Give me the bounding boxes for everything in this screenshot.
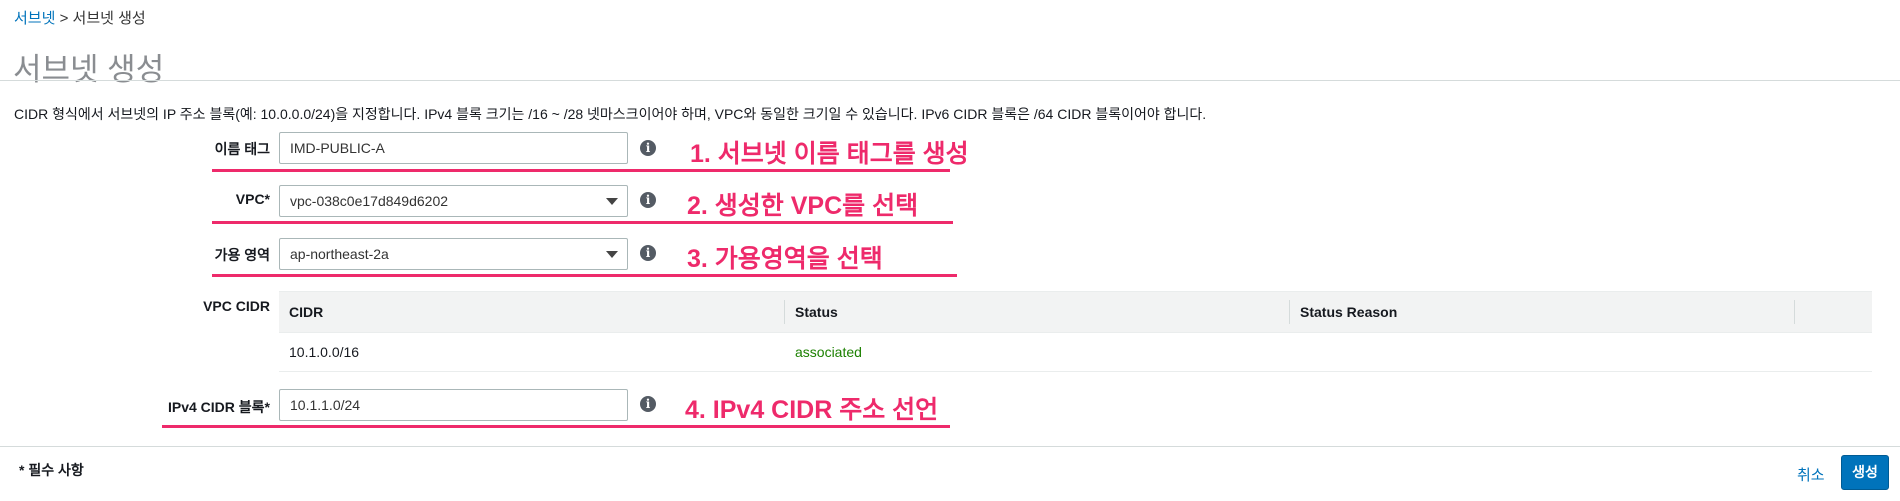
divider <box>0 446 1900 447</box>
annotation-1: 1. 서브넷 이름 태그를 생성 <box>690 140 969 168</box>
ipv4-cidr-label: IPv4 CIDR 블록* <box>167 399 270 415</box>
create-button[interactable]: 생성 <box>1841 455 1889 490</box>
required-note: * 필수 사항 <box>19 462 84 478</box>
vpc-select-value: vpc-038c0e17d849d6202 <box>290 193 449 209</box>
table-row: 10.1.0.0/16 associated <box>279 333 1872 372</box>
vpc-select[interactable]: vpc-038c0e17d849d6202 <box>279 185 628 217</box>
column-separator <box>784 300 785 324</box>
vpc-cidr-label: VPC CIDR <box>203 298 270 314</box>
info-icon[interactable]: i <box>640 396 656 412</box>
vpc-label: VPC* <box>235 191 270 207</box>
annotation-underline <box>212 274 957 277</box>
annotation-underline <box>162 425 950 428</box>
column-header-status: Status <box>795 304 838 320</box>
ipv4-cidr-input[interactable]: 10.1.1.0/24 <box>279 389 628 421</box>
column-header-status-reason: Status Reason <box>1300 304 1398 320</box>
divider <box>0 80 1900 81</box>
column-separator <box>1794 300 1795 324</box>
az-label: 가용 영역 <box>214 247 270 263</box>
annotation-underline <box>212 221 953 224</box>
breadcrumb-link-subnets[interactable]: 서브넷 <box>14 10 55 27</box>
annotation-3: 3. 가용영역을 선택 <box>687 245 883 273</box>
status-cell: associated <box>795 344 862 360</box>
breadcrumb: 서브넷 > 서브넷 생성 <box>14 7 146 28</box>
info-icon[interactable]: i <box>640 245 656 261</box>
vpc-cidr-table: CIDR Status Status Reason 10.1.0.0/16 as… <box>279 291 1872 372</box>
breadcrumb-separator: > <box>59 10 69 27</box>
column-header-cidr: CIDR <box>289 304 324 320</box>
table-header: CIDR Status Status Reason <box>279 291 1872 333</box>
breadcrumb-current: 서브넷 생성 <box>72 10 146 27</box>
annotation-underline <box>212 169 950 172</box>
cidr-cell: 10.1.0.0/16 <box>289 344 360 360</box>
name-tag-label: 이름 태그 <box>214 141 270 157</box>
chevron-down-icon <box>606 251 618 258</box>
form-description: CIDR 형식에서 서브넷의 IP 주소 블록(예: 10.0.0.0/24)을… <box>14 106 1207 122</box>
az-select-value: ap-northeast-2a <box>290 246 389 262</box>
name-tag-input[interactable]: IMD-PUBLIC-A <box>279 132 628 164</box>
cancel-button[interactable]: 취소 <box>1797 464 1825 485</box>
info-icon[interactable]: i <box>640 140 656 156</box>
column-separator <box>1289 300 1290 324</box>
annotation-4: 4. IPv4 CIDR 주소 선언 <box>685 396 939 424</box>
az-select[interactable]: ap-northeast-2a <box>279 238 628 270</box>
annotation-2: 2. 생성한 VPC를 선택 <box>687 192 919 220</box>
info-icon[interactable]: i <box>640 192 656 208</box>
page-title: 서브넷 생성 <box>13 52 165 87</box>
chevron-down-icon <box>606 198 618 205</box>
